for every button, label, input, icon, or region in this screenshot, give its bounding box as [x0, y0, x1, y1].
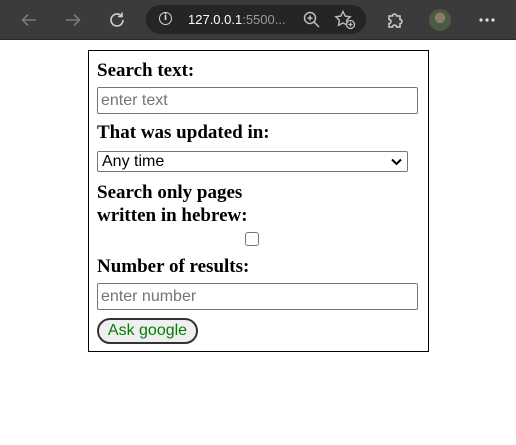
search-form: Search text: That was updated in: Any ti… [88, 50, 429, 352]
add-favorite-icon[interactable] [334, 9, 356, 30]
updated-in-label: That was updated in: [97, 122, 270, 143]
more-menu-icon[interactable] [476, 9, 498, 31]
search-text-input[interactable] [97, 87, 418, 114]
info-icon[interactable]: i [159, 12, 172, 25]
ask-google-button[interactable]: Ask google [97, 318, 198, 344]
back-arrow-icon[interactable] [16, 7, 42, 33]
profile-avatar[interactable] [429, 9, 451, 31]
address-bar[interactable]: i 127.0.0.1:5500... [146, 5, 366, 34]
extensions-icon[interactable] [383, 8, 407, 32]
hebrew-label-line-2: written in hebrew: [97, 205, 248, 226]
search-text-label: Search text: [97, 60, 195, 81]
zoom-icon[interactable] [302, 10, 322, 30]
number-of-results-input[interactable] [97, 283, 418, 310]
chevron-down-icon [391, 158, 402, 166]
hebrew-only-checkbox[interactable] [245, 232, 259, 246]
browser-toolbar: i 127.0.0.1:5500... [0, 0, 516, 40]
url-text[interactable]: 127.0.0.1:5500... [188, 11, 300, 29]
number-of-results-label: Number of results: [97, 256, 250, 277]
hebrew-label-line-1: Search only pages [97, 182, 243, 203]
reload-icon[interactable] [104, 7, 130, 33]
updated-in-selected-value: Any time [102, 153, 165, 170]
forward-arrow-icon[interactable] [60, 7, 86, 33]
updated-in-select[interactable]: Any time [97, 151, 408, 172]
